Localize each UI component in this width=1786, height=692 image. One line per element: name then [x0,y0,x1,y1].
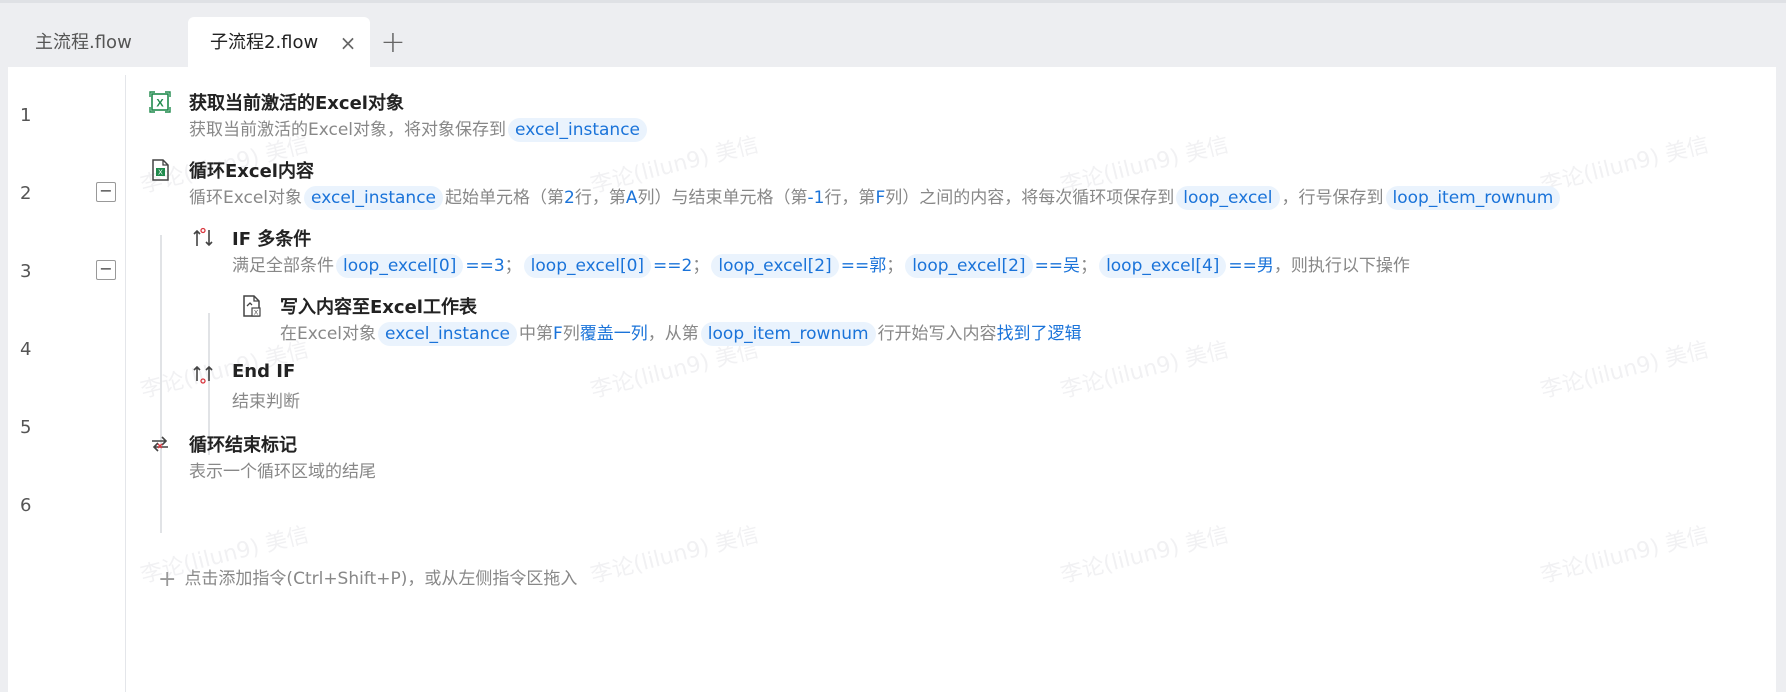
tab-label: 主流程.flow [35,32,132,53]
param-value: 2 [564,188,575,208]
variable-chip[interactable]: excel_instance [508,118,647,142]
variable-chip[interactable]: loop_excel[4] [1099,254,1227,278]
line-number: 5 [20,417,32,438]
step-title: 循环Excel内容 [189,161,314,182]
condition-operator: ==男 [1228,256,1274,276]
write-excel-icon: X [243,295,261,317]
condition-operator: ==郭 [840,256,887,276]
step-description: 表示一个循环区域的结尾 [189,462,376,482]
close-icon[interactable]: × [336,17,360,69]
param-value: A [625,188,638,208]
desc-text: 循环Excel对象 [189,188,303,208]
separator: ； [504,256,522,276]
desc-text: ，行号保存到 [1281,188,1384,208]
step-title: 获取当前激活的Excel对象 [189,93,404,114]
step-description: 获取当前激活的Excel对象，将对象保存到 excel_instance [189,117,649,143]
line-number: 6 [20,495,32,516]
step-title: 循环结束标记 [189,435,297,456]
fold-toggle-if[interactable]: − [96,260,116,280]
step-description: 结束判断 [232,392,300,412]
loop-excel-icon: X [152,159,169,181]
param-value: F [875,188,886,208]
condition-operator: ==3 [465,256,505,276]
watermark: 李论(lilun9) 美信 [588,522,762,589]
watermark: 李论(lilun9) 美信 [1058,337,1232,404]
param-value: F [553,324,563,344]
step-description: 循环Excel对象 excel_instance 起始单元格（第2行，第A列）与结束… [189,185,1562,211]
variable-chip[interactable]: loop_excel[2] [905,254,1033,278]
desc-text: 列）与结束单元格（第 [637,188,808,208]
param-value: -1 [807,188,825,208]
variable-chip[interactable]: loop_excel [1176,186,1280,210]
desc-text: 行开始写入内容 [877,324,997,344]
fold-toggle-loop[interactable]: − [96,182,116,202]
desc-text: 行，第 [824,188,876,208]
desc-text: 在Excel对象 [280,324,377,344]
desc-text: ，从第 [647,324,699,344]
step-title: IF 多条件 [232,229,312,250]
if-icon [193,227,213,247]
desc-text: 满足全部条件 [232,256,334,276]
separator: ； [1080,256,1098,276]
loop-end-icon [152,436,168,452]
param-value: 覆盖一列 [579,324,648,344]
param-value: 找到了逻辑 [996,324,1082,344]
step-title: 写入内容至Excel工作表 [280,297,477,318]
svg-text:X: X [254,310,259,317]
desc-text: 列）之间的内容，将每次循环项保存到 [885,188,1175,208]
variable-chip[interactable]: loop_excel[0] [336,254,464,278]
watermark: 李论(lilun9) 美信 [1538,132,1712,199]
flow-editor: 李论(lilun9) 美信 李论(lilun9) 美信 李论(lilun9) 美… [8,67,1776,692]
tab-main-flow[interactable]: 主流程.flow [35,17,132,69]
desc-text: ，则执行以下操作 [1273,256,1410,276]
variable-chip[interactable]: loop_item_rownum [1385,186,1561,210]
add-command-label: 点击添加指令(Ctrl+Shift+P)，或从左侧指令区拖入 [184,569,578,589]
watermark: 李论(lilun9) 美信 [1058,522,1232,589]
tab-label: 子流程2.flow [210,32,319,53]
step-description: 满足全部条件 loop_excel[0] ==3； loop_excel[0] ==2；… [232,253,1410,279]
add-tab-button[interactable]: + [378,23,408,63]
add-command-hint[interactable]: + 点击添加指令(Ctrl+Shift+P)，或从左侧指令区拖入 [158,564,577,592]
line-number: 4 [20,339,32,360]
plus-icon: + [158,567,177,592]
loop-block-guide [160,235,162,533]
svg-text:X: X [158,170,163,177]
line-number: 2 [20,183,32,204]
tab-bar: 主流程.flow 子流程2.flow × + [0,3,1786,69]
separator: ； [886,256,904,276]
desc-text: 中第 [519,324,554,344]
end-if-icon [193,365,213,384]
condition-operator: ==2 [653,256,693,276]
step-title: End IF [232,361,296,382]
gutter-divider [125,75,126,692]
step-description: 在Excel对象 excel_instance 中第F列覆盖一列，从第 loop_it… [280,321,1082,347]
separator: ； [692,256,710,276]
desc-text: 列 [562,324,580,344]
variable-chip[interactable]: excel_instance [378,322,518,346]
excel-icon: X [149,91,171,113]
svg-text:X: X [156,98,164,110]
tab-subflow-2[interactable]: 子流程2.flow × [188,17,370,69]
variable-chip[interactable]: loop_item_rownum [700,322,876,346]
watermark: 李论(lilun9) 美信 [1538,522,1712,589]
desc-text: 行，第 [574,188,626,208]
line-number: 1 [20,105,32,126]
variable-chip[interactable]: loop_excel[0] [523,254,652,278]
variable-chip[interactable]: excel_instance [304,186,444,210]
line-number: 3 [20,261,32,282]
variable-chip[interactable]: loop_excel[2] [711,254,839,278]
watermark: 李论(lilun9) 美信 [1538,337,1712,404]
condition-operator: ==吴 [1034,256,1081,276]
desc-text: 获取当前激活的Excel对象，将对象保存到 [189,120,507,140]
desc-text: 起始单元格（第 [445,188,565,208]
